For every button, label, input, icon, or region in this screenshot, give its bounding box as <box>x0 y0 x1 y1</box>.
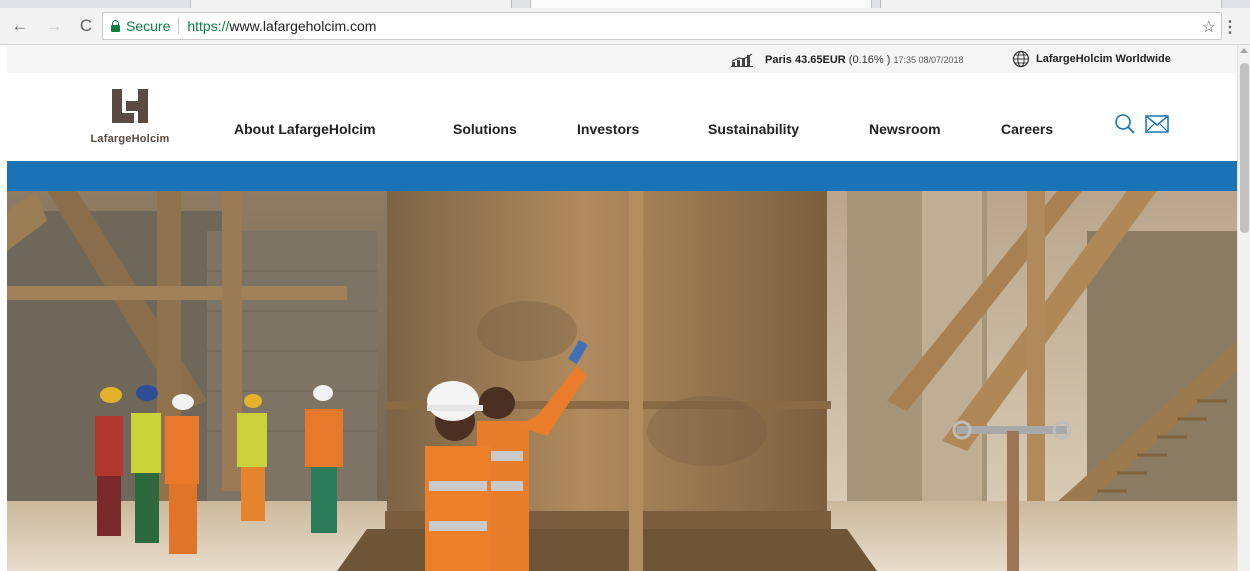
stock-quote[interactable]: Paris 43.65EUR (0.16% ) 17:35 08/07/2018 <box>765 54 964 66</box>
back-arrow-icon[interactable]: ← <box>10 16 30 36</box>
stock-time: 17:35 08/07/2018 <box>893 55 964 65</box>
browser-tab[interactable] <box>880 0 1222 8</box>
stock-chart-icon <box>731 53 753 67</box>
address-separator <box>178 18 180 34</box>
scroll-up-arrow-icon[interactable] <box>1240 48 1248 53</box>
browser-toolbar: ← → C Secure https:// www.lafargeholcim.… <box>0 8 1250 45</box>
nav-investors[interactable]: Investors <box>577 121 639 137</box>
browser-tabstrip <box>0 0 1250 8</box>
worldwide-link[interactable]: LafargeHolcim Worldwide <box>1036 53 1171 65</box>
browser-tab[interactable] <box>190 0 512 8</box>
nav-newsroom[interactable]: Newsroom <box>869 121 941 137</box>
mail-icon[interactable] <box>1145 115 1169 133</box>
globe-icon <box>1012 50 1030 68</box>
secure-label: Secure <box>126 18 171 34</box>
nav-sustainability[interactable]: Sustainability <box>708 121 799 137</box>
star-icon[interactable]: ☆ <box>1202 17 1216 37</box>
browser-tab-active[interactable] <box>530 0 872 8</box>
site-header: LafargeHolcim About LafargeHolcim Soluti… <box>7 73 1237 161</box>
stock-label: Paris 43.65EUR <box>765 54 846 66</box>
lock-icon <box>111 19 120 32</box>
stock-change: (0.16% <box>848 54 884 66</box>
url-scheme: https:// <box>187 18 230 34</box>
scroll-thumb[interactable] <box>1240 63 1249 233</box>
nav-solutions[interactable]: Solutions <box>453 121 517 137</box>
forward-arrow-icon[interactable]: → <box>44 16 64 36</box>
url-domain: www.lafargeholcim.com <box>229 18 377 34</box>
hero-image <box>7 191 1237 571</box>
nav-about[interactable]: About LafargeHolcim <box>234 121 376 137</box>
address-bar[interactable]: Secure https:// www.lafargeholcim.com <box>102 12 1222 40</box>
search-icon[interactable] <box>1114 113 1136 135</box>
nav-careers[interactable]: Careers <box>1001 121 1053 137</box>
logo-text: LafargeHolcim <box>90 133 170 145</box>
blue-band <box>7 161 1237 191</box>
reload-icon[interactable]: C <box>76 16 96 36</box>
stock-paren: ) <box>886 54 891 66</box>
hero-illustration <box>7 191 1237 571</box>
menu-dots-icon[interactable]: ⋮ <box>1222 17 1238 37</box>
logo-mark-icon <box>112 89 148 123</box>
page-scrollbar[interactable] <box>1237 45 1250 571</box>
site-topbar: Paris 43.65EUR (0.16% ) 17:35 08/07/2018… <box>7 45 1237 73</box>
